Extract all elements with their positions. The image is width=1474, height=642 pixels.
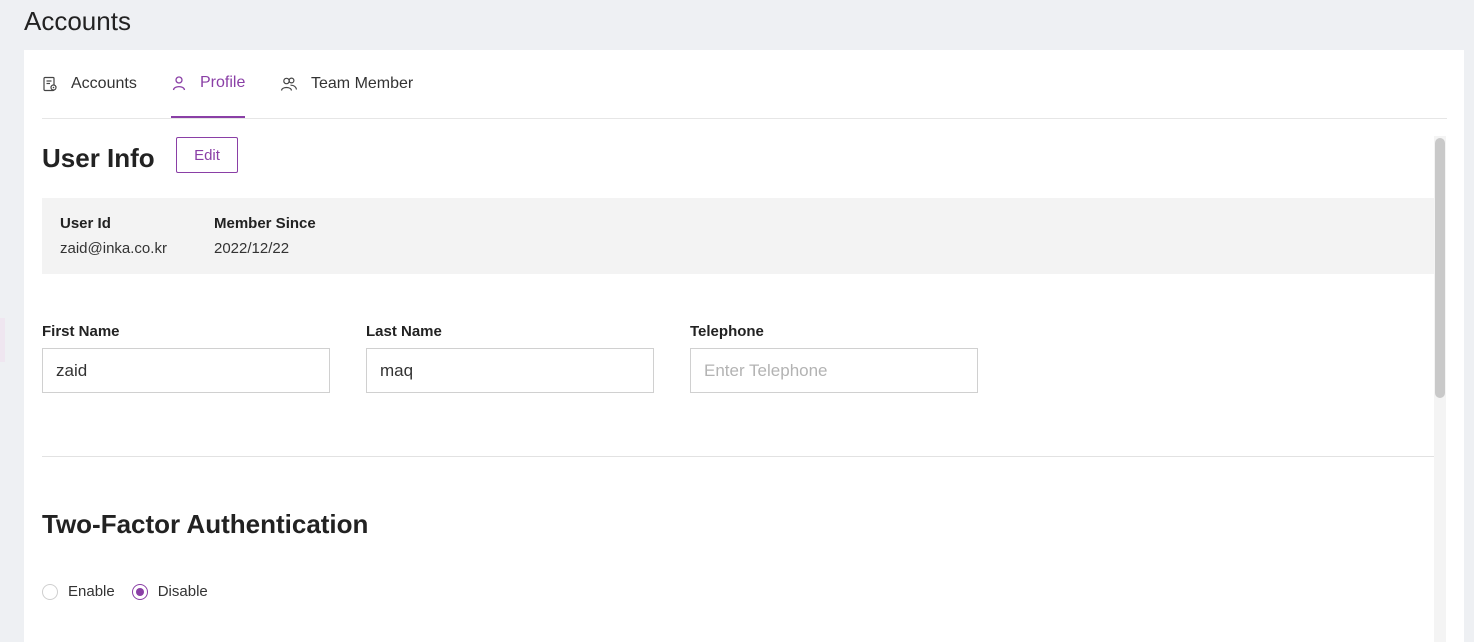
- member-since-label: Member Since: [214, 215, 316, 232]
- user-id-value: zaid@inka.co.kr: [60, 240, 167, 257]
- telephone-input[interactable]: [690, 348, 978, 393]
- accounts-card: Accounts Profile Team Member User Info E…: [24, 50, 1464, 642]
- people-icon: [280, 76, 298, 92]
- last-name-field: Last Name: [366, 323, 654, 393]
- person-icon: [171, 75, 187, 91]
- two-factor-radio-group: Enable Disable: [42, 583, 225, 600]
- user-id-label: User Id: [60, 215, 111, 232]
- first-name-field: First Name: [42, 323, 330, 393]
- last-name-label: Last Name: [366, 323, 442, 340]
- enable-radio[interactable]: [42, 583, 58, 600]
- two-factor-title: Two-Factor Authentication: [42, 509, 369, 539]
- user-info-box: User Id zaid@inka.co.kr Member Since 202…: [42, 198, 1437, 274]
- enable-label: Enable: [68, 583, 115, 600]
- tab-team-member-label: Team Member: [311, 75, 414, 92]
- profile-content: User Info Edit User Id zaid@inka.co.kr M…: [42, 137, 1447, 642]
- first-name-label: First Name: [42, 323, 120, 340]
- edit-button[interactable]: Edit: [176, 137, 238, 173]
- tab-accounts[interactable]: Accounts: [42, 50, 137, 118]
- last-name-input[interactable]: [366, 348, 654, 393]
- telephone-field: Telephone: [690, 323, 978, 393]
- tab-profile-label: Profile: [200, 74, 246, 91]
- telephone-label: Telephone: [690, 323, 764, 340]
- first-name-input[interactable]: [42, 348, 330, 393]
- vertical-scrollbar[interactable]: [1434, 136, 1446, 642]
- member-since-block: Member Since 2022/12/22: [214, 215, 316, 257]
- disable-radio[interactable]: [131, 583, 148, 600]
- scrollbar-thumb[interactable]: [1435, 138, 1445, 398]
- disable-label: Disable: [157, 583, 208, 600]
- document-settings-icon: [42, 76, 58, 92]
- tab-team-member[interactable]: Team Member: [280, 50, 413, 118]
- two-factor-enable-option[interactable]: Enable: [42, 583, 115, 600]
- tab-bar: Accounts Profile Team Member: [42, 50, 1447, 119]
- left-edge-marker: [0, 318, 5, 362]
- tab-profile[interactable]: Profile: [171, 50, 246, 118]
- section-divider: [42, 456, 1437, 457]
- member-since-value: 2022/12/22: [214, 240, 290, 257]
- tab-accounts-label: Accounts: [71, 75, 137, 92]
- user-info-title: User Info: [42, 143, 155, 173]
- two-factor-disable-option[interactable]: Disable: [131, 583, 208, 600]
- user-id-block: User Id zaid@inka.co.kr: [60, 215, 167, 257]
- page-title: Accounts: [24, 6, 131, 36]
